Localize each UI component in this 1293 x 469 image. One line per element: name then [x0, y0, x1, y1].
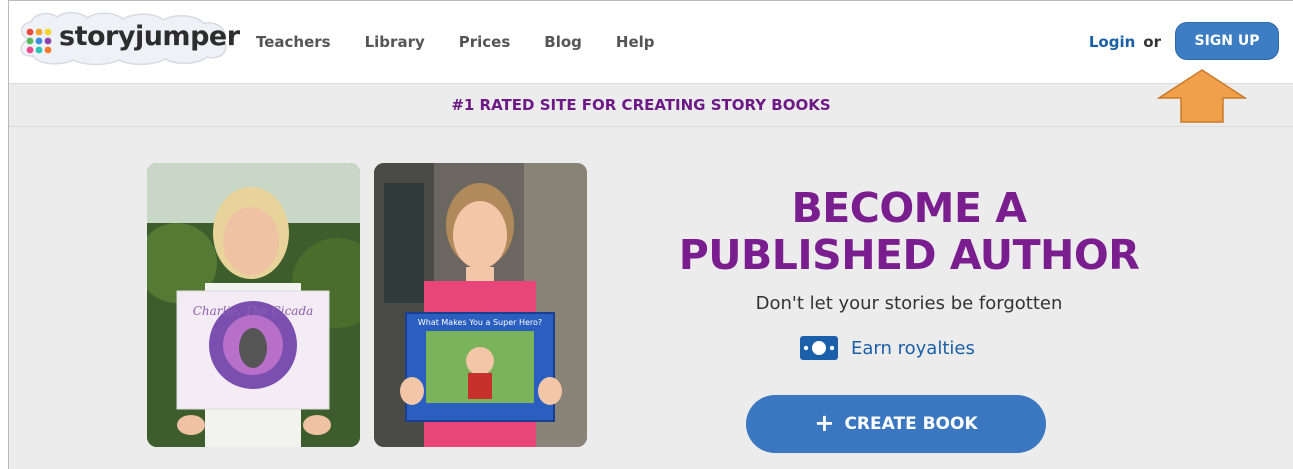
colored-dots-icon [26, 28, 52, 54]
nav-teachers[interactable]: Teachers [256, 33, 331, 51]
nav-help[interactable]: Help [616, 33, 655, 51]
login-link[interactable]: Login [1089, 33, 1135, 51]
money-icon [800, 336, 838, 360]
main-nav: Teachers Library Prices Blog Help [256, 33, 689, 51]
banner-text: #1 RATED SITE FOR CREATING STORY BOOKS [451, 96, 831, 114]
up-arrow-icon [1157, 69, 1247, 123]
storyjumper-logo[interactable]: storyjumper [15, 9, 240, 67]
create-book-button[interactable]: + CREATE BOOK [746, 395, 1046, 453]
login-area: Login or [1089, 33, 1161, 51]
create-book-label: CREATE BOOK [844, 414, 978, 434]
author-photo-1: Charlie, The Cicada [147, 163, 360, 447]
page-frame: storyjumper Teachers Library Prices Blog… [8, 0, 1293, 469]
logo-word-jumper: jumper [134, 21, 240, 52]
or-text: or [1143, 33, 1161, 51]
logo-wordmark: storyjumper [59, 21, 240, 52]
hero-subline: Don't let your stories be forgotten [755, 293, 1063, 314]
hero-section: Charlie, The Cicada What Makes You a Sup… [9, 127, 1293, 469]
rating-banner: #1 RATED SITE FOR CREATING STORY BOOKS [9, 83, 1293, 127]
author-photo-2: What Makes You a Super Hero? [374, 163, 587, 447]
nav-blog[interactable]: Blog [544, 33, 582, 51]
headline-line-2: PUBLISHED AUTHOR [678, 231, 1140, 279]
earn-royalties-link[interactable]: Earn royalties [799, 335, 975, 361]
site-header: storyjumper Teachers Library Prices Blog… [9, 1, 1293, 83]
logo-word-story: story [59, 21, 135, 52]
book-title-2: What Makes You a Super Hero? [418, 318, 542, 327]
nav-prices[interactable]: Prices [459, 33, 511, 51]
signup-button[interactable]: SIGN UP [1175, 22, 1279, 60]
book-title-1: Charlie, The Cicada [193, 304, 314, 318]
nav-library[interactable]: Library [365, 33, 425, 51]
hero-headline: BECOME A PUBLISHED AUTHOR [649, 185, 1169, 279]
plus-icon: + [814, 408, 835, 437]
royalties-label: Earn royalties [851, 337, 975, 359]
headline-line-1: BECOME A [791, 184, 1027, 232]
